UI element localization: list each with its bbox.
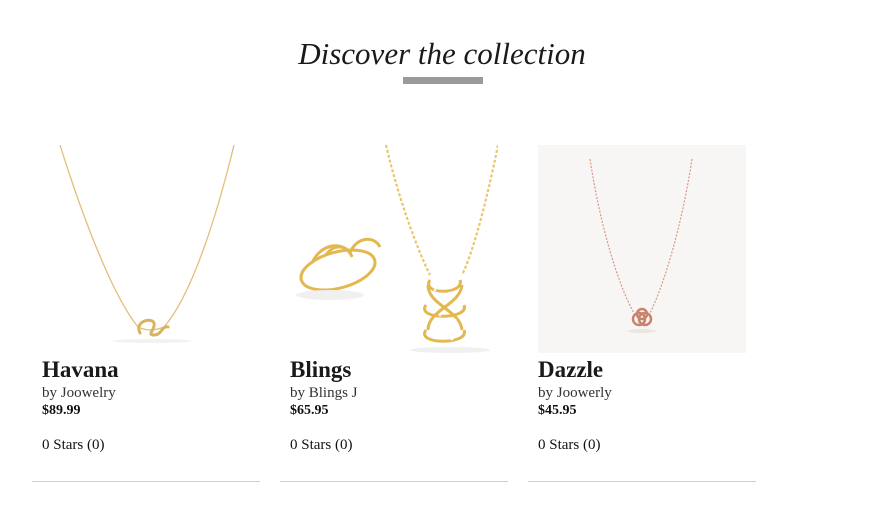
product-brand: by Joowerly (538, 385, 612, 401)
product-price: $45.95 (538, 403, 577, 418)
product-name[interactable]: Blings (290, 357, 351, 383)
product-image[interactable] (290, 145, 498, 353)
product-price: $89.99 (42, 403, 81, 418)
product-rating: 0 Stars (0) (42, 437, 105, 453)
product-image[interactable] (42, 145, 250, 353)
heading-underline (403, 77, 483, 84)
product-brand: by Joowelry (42, 385, 116, 401)
card-divider (32, 481, 260, 482)
product-price: $65.95 (290, 403, 329, 418)
product-name[interactable]: Dazzle (538, 357, 603, 383)
card-divider (280, 481, 508, 482)
product-rating: 0 Stars (0) (538, 437, 601, 453)
card-divider (528, 481, 756, 482)
rose-gold-necklace-image (538, 145, 746, 353)
product-image[interactable] (538, 145, 746, 353)
product-card-blings[interactable]: Blings by Blings J $65.95 0 Stars (0) (280, 145, 508, 483)
product-card-havana[interactable]: Havana by Joowelry $89.99 0 Stars (0) (32, 145, 260, 483)
product-brand: by Blings J (290, 385, 358, 401)
section-heading: Discover the collection (298, 36, 586, 71)
product-rating: 0 Stars (0) (290, 437, 353, 453)
gold-ring-pendant-image (290, 145, 498, 353)
product-card-dazzle[interactable]: Dazzle by Joowerly $45.95 0 Stars (0) (528, 145, 756, 483)
gold-necklace-image (42, 145, 250, 353)
product-name[interactable]: Havana (42, 357, 119, 383)
